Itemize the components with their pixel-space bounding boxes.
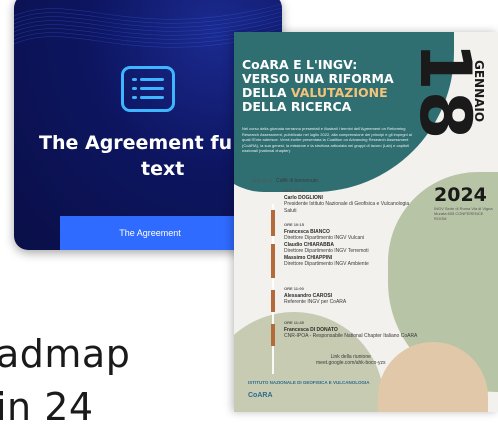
meeting-link-url[interactable]: meet.google.com/ahk-bocn-yzs [316,360,385,366]
headline-line: DELLA RICERCA [242,99,352,114]
coffee-break-item: ORE 09:30 Caffè di benvenuto [252,178,318,184]
poster-description: Nel corso della giornata verranno presen… [242,126,412,153]
event-venue: INGV Sede di Roma Via di Vigna Murata 60… [434,206,493,221]
agenda-item: ORE 11:00 Alessandro CAROSI Referente IN… [284,286,434,306]
event-year: 2024 [434,184,487,206]
headline-line: VERSO UNA RIFORMA [242,71,394,86]
slide-text-line-1: admap [0,332,131,376]
coffee-label: Caffè di benvenuto [276,178,318,184]
list-document-icon [121,66,175,112]
agenda-note: Saluti [284,207,297,214]
agenda-item: ORE 10:00 Carlo DOGLIONI Presidente Isti… [284,188,434,214]
event-poster[interactable]: CoARA E L'INGV: VERSO UNA RIFORMA DELLA … [234,32,498,412]
timeline-marker [271,210,275,236]
speaker-role: Referente INGV per CoARA [284,299,347,305]
ingv-logo: ISTITUTO NAZIONALE DI GEOFISICA E VULCAN… [248,380,370,385]
speaker-role: Direttore Dipartimento INGV Ambiente [284,261,369,267]
headline-line: DELLA VALUTAZIONE [242,86,412,100]
agenda-item: ORE 11:45 Francesca DI DONATO CNR-IPOA -… [284,320,434,340]
slide-text-line-2: in 24 [0,385,94,429]
event-day: 18 [404,42,486,140]
timeline-marker [271,290,275,312]
timeline-marker [271,244,275,278]
poster-headline: CoARA E L'INGV: VERSO UNA RIFORMA DELLA … [242,58,412,114]
coffee-time: ORE 09:30 [252,178,273,183]
agenda-item: ORE 10:15 Francesca BIANCO Direttore Dip… [284,222,434,268]
headline-text: DELLA [242,85,291,100]
meeting-link-block[interactable]: Link della riunione meet.google.com/ahk-… [316,354,385,366]
agreement-button[interactable]: The Agreement [60,216,240,250]
headline-line: CoARA E L'INGV: [242,57,358,72]
timeline-marker [271,324,275,346]
event-month: GENNAIO [472,60,486,123]
speaker-role: CNR-IPOA - Responsabile National Chapter… [284,333,418,339]
headline-highlight: VALUTAZIONE [290,85,388,100]
coara-logo: CoARA [248,392,273,399]
